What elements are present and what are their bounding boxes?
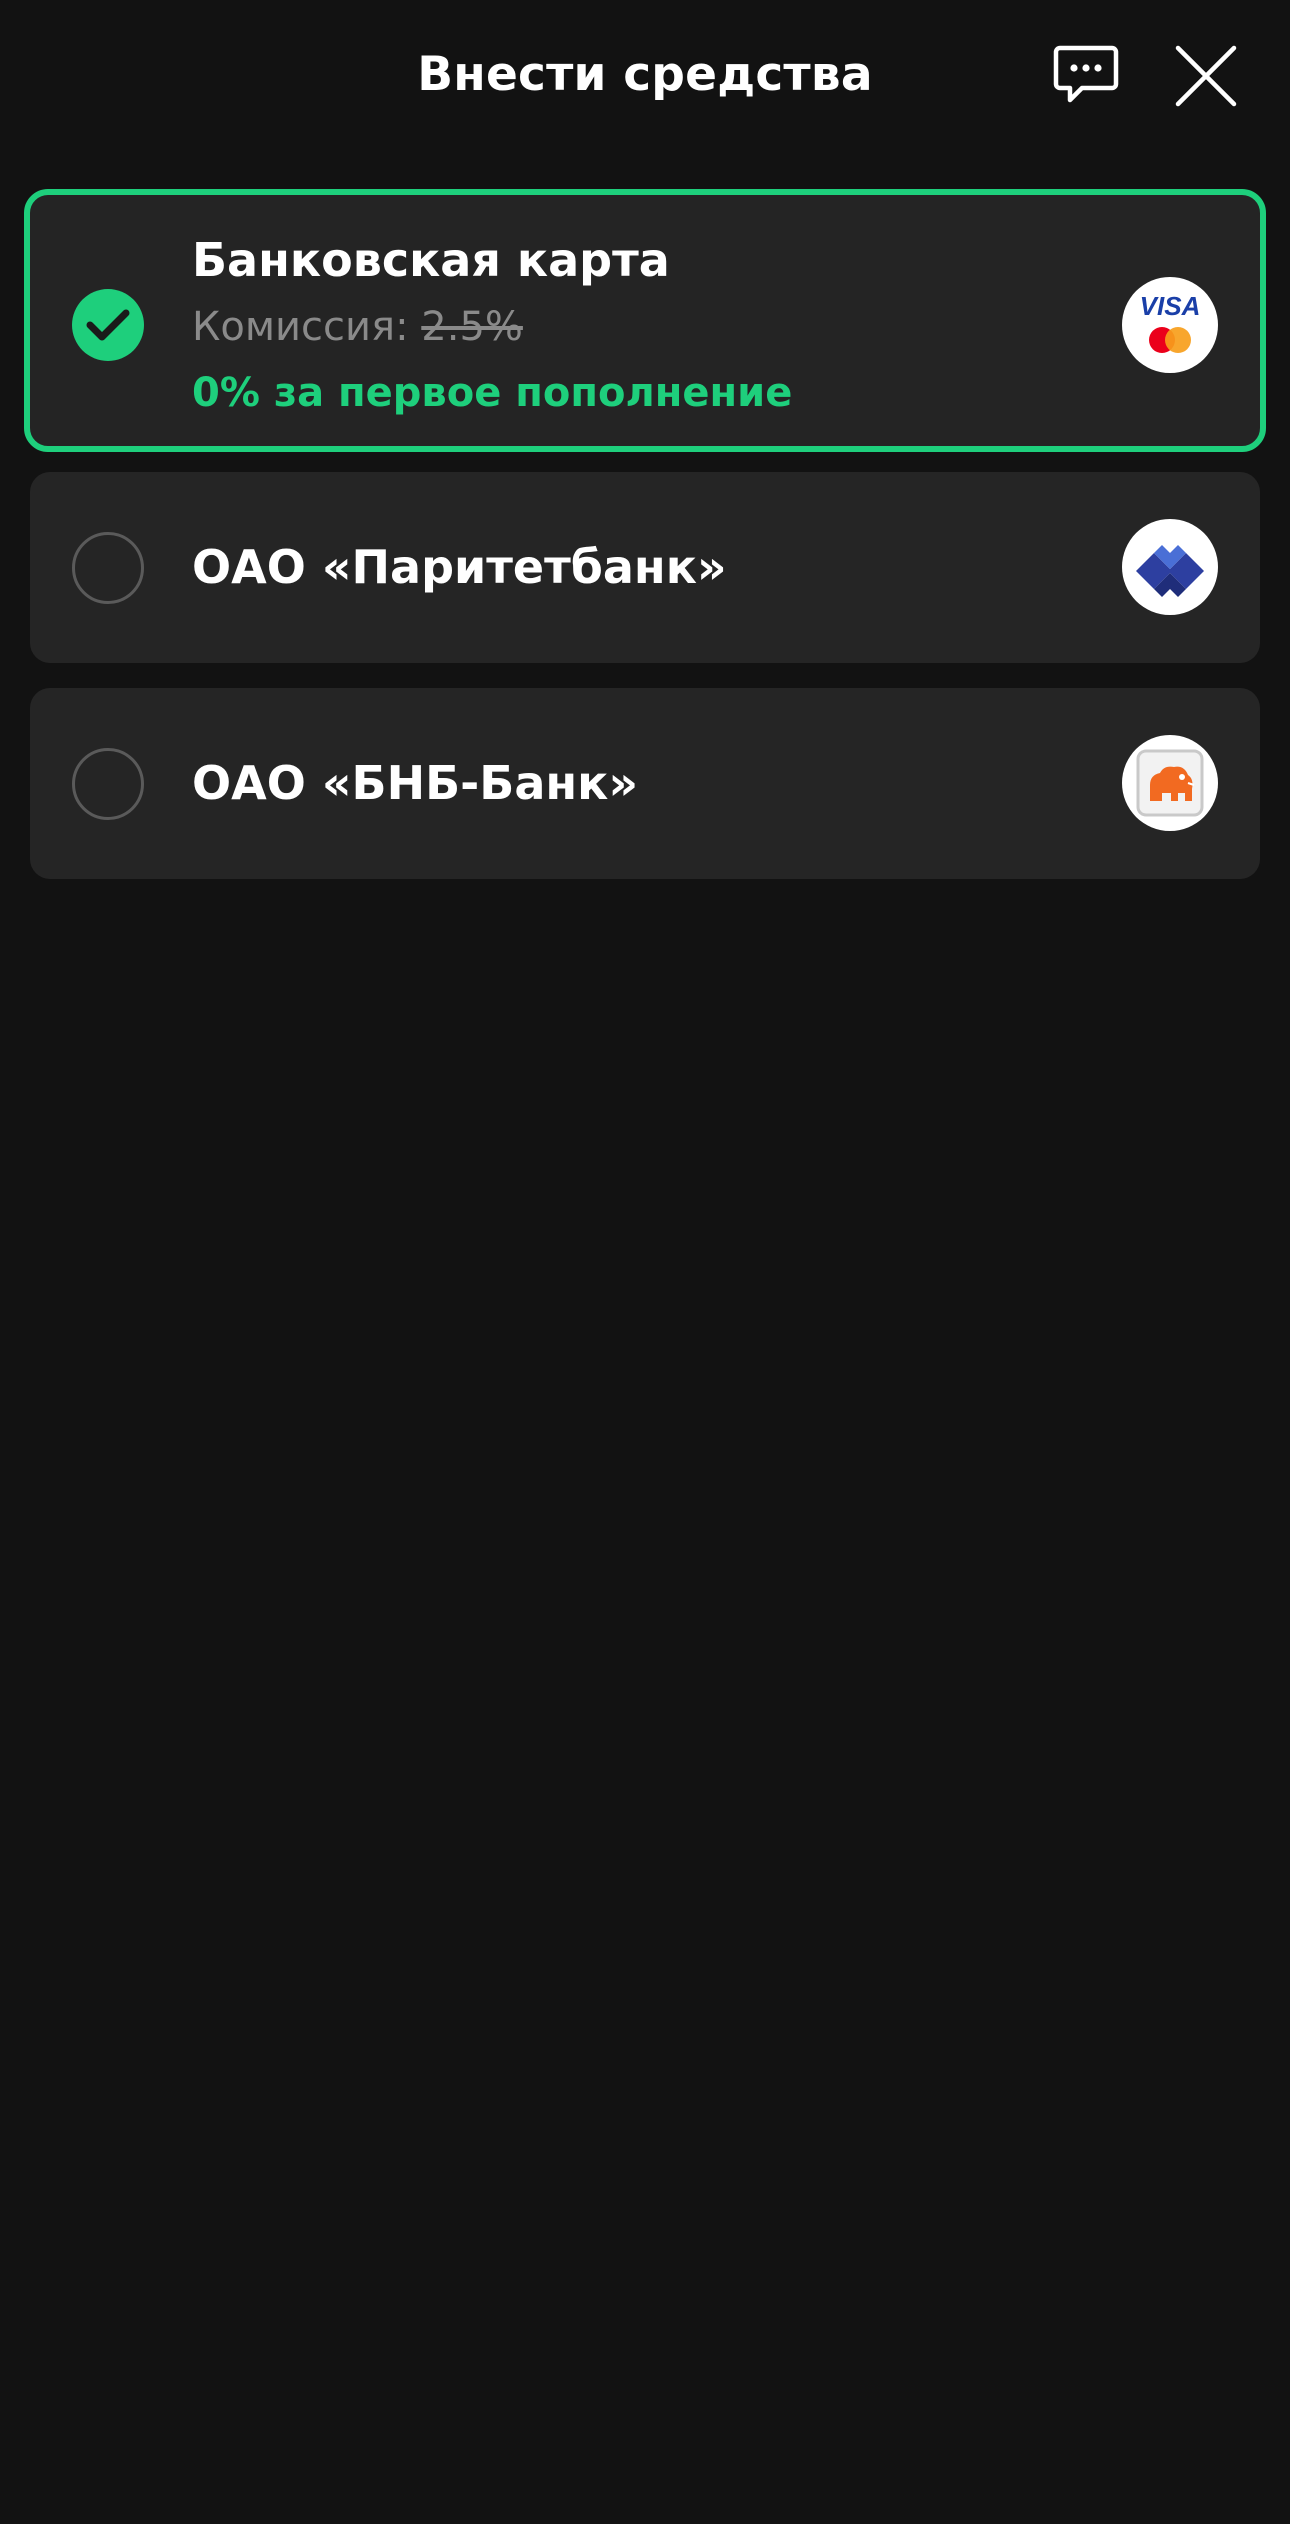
checkmark-icon <box>86 309 130 341</box>
payment-option-bank-card[interactable]: Банковская карта Комиссия: 2.5% 0% за пе… <box>24 189 1266 452</box>
bnb-bank-lion-logo <box>1122 735 1218 831</box>
payment-option-paritetbank[interactable]: ОАО «Паритетбанк» <box>30 472 1260 663</box>
close-icon <box>1175 45 1237 107</box>
option-title: Банковская карта <box>192 233 670 287</box>
promo-text: 0% за первое пополнение <box>192 370 793 416</box>
commission-label: Комиссия: <box>192 304 409 350</box>
chat-bubble-icon <box>1053 45 1119 103</box>
commission-text: Комиссия: 2.5% <box>192 301 523 353</box>
close-button[interactable] <box>1172 42 1240 110</box>
visa-mastercard-logo: VISA <box>1122 277 1218 373</box>
visa-logo-text: VISA <box>1140 291 1201 321</box>
payment-option-bnb-bank[interactable]: ОАО «БНБ-Банк» <box>30 688 1260 879</box>
chat-button[interactable] <box>1050 40 1122 112</box>
radio-selected[interactable] <box>72 289 144 361</box>
header-bar: Внести средства <box>0 0 1290 150</box>
option-title: ОАО «БНБ-Банк» <box>192 756 639 810</box>
paritetbank-logo <box>1122 519 1218 615</box>
radio-unselected[interactable] <box>72 748 144 820</box>
radio-unselected[interactable] <box>72 532 144 604</box>
option-title: ОАО «Паритетбанк» <box>192 540 727 594</box>
commission-old-value: 2.5% <box>421 304 523 350</box>
